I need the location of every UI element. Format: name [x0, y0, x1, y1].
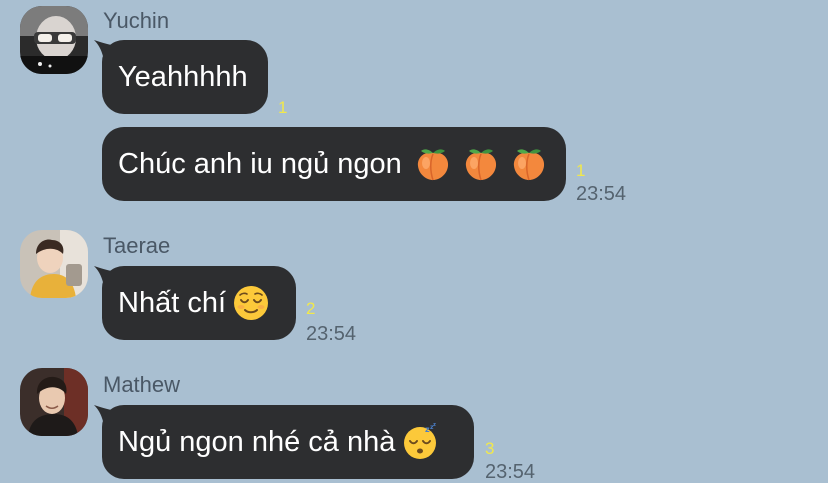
message-bubble[interactable]: Nhất chí: [102, 266, 296, 340]
emoji-group: [408, 145, 548, 183]
sleeping-face-emoji: z z z: [401, 423, 439, 461]
read-count: 2: [306, 299, 316, 318]
message-text: Nhất chí: [118, 286, 226, 319]
relieved-face-emoji: [232, 284, 270, 322]
peach-emoji: [510, 145, 548, 183]
peach-emoji: [462, 145, 500, 183]
message-text: Ngủ ngon nhé cả nhà: [118, 425, 396, 458]
sender-name: Yuchin: [103, 8, 170, 33]
message-time: 23:54: [485, 461, 536, 483]
avatar-taerae[interactable]: [20, 230, 88, 298]
message-bubble[interactable]: Chúc anh iu ngủ ngon: [102, 127, 566, 201]
read-count: 1: [278, 98, 288, 117]
read-count: 1: [576, 161, 586, 180]
message-bubble[interactable]: Yeahhhhh: [102, 40, 268, 114]
message-bubble[interactable]: Ngủ ngon nhé cả nhà z z z: [102, 405, 474, 479]
sender-name: Mathew: [103, 372, 181, 397]
peach-emoji: [414, 145, 452, 183]
avatar-mathew[interactable]: [20, 368, 88, 436]
message-time: 23:54: [576, 183, 627, 205]
svg-text:z: z: [433, 423, 436, 428]
sender-name: Taerae: [103, 233, 171, 258]
message-text: Yeahhhhh: [118, 60, 248, 93]
avatar-yuchin[interactable]: [20, 6, 88, 74]
chat-area: Yuchin Yeahhhhh 1 Chúc anh iu ngủ ngon 1…: [0, 0, 828, 483]
message-time: 23:54: [306, 323, 357, 345]
read-count: 3: [485, 439, 495, 458]
message-text: Chúc anh iu ngủ ngon: [118, 147, 402, 180]
